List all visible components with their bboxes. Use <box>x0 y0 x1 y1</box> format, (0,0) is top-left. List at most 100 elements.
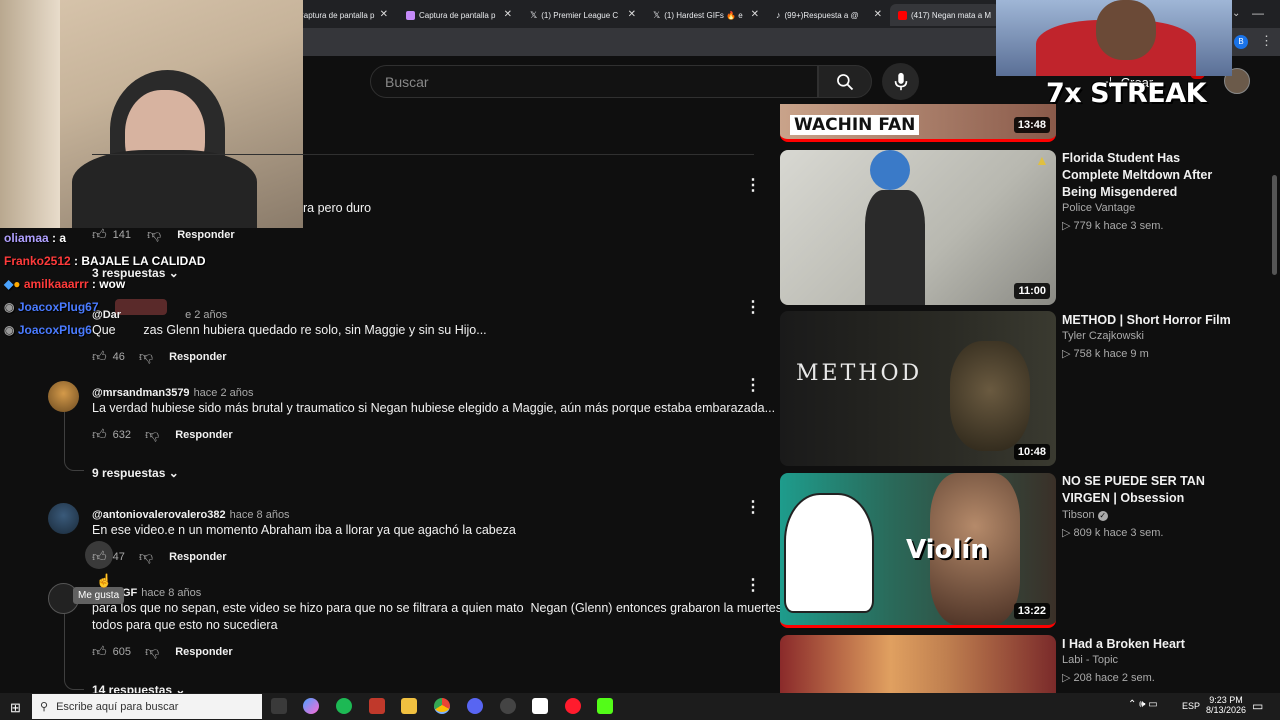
comment-header: @mrsandman3579 hace 2 años <box>92 383 254 401</box>
copilot-icon[interactable] <box>303 698 319 714</box>
tab-close-icon[interactable]: ✕ <box>628 9 636 20</box>
avatar[interactable] <box>48 381 79 412</box>
reply-button[interactable]: Responder <box>169 551 226 563</box>
profile-badge-icon[interactable]: B <box>1234 35 1248 49</box>
dislike-icon[interactable]: 👎︎ <box>139 548 153 565</box>
chat-text: wow <box>99 277 126 291</box>
file-explorer-icon[interactable] <box>401 698 417 714</box>
streak-overlay-text: 7x STREAK <box>1046 78 1207 109</box>
channel-name[interactable]: Police Vantage <box>1062 202 1135 214</box>
comment-menu-icon[interactable]: ⋮ <box>745 500 761 516</box>
channel-name[interactable]: Tibson <box>1062 509 1095 521</box>
channel-name[interactable]: Tyler Czajkowski <box>1062 330 1144 342</box>
taskbar-search-input[interactable]: ⚲ Escribe aquí para buscar <box>32 694 262 719</box>
video-title[interactable]: I Had a Broken Heart <box>1062 636 1232 653</box>
like-icon[interactable]: 👍︎ <box>92 348 107 365</box>
browser-tab-3[interactable]: 𝕏 (1) Premier League C ✕ <box>522 4 640 26</box>
comment-time: hace 2 años <box>193 387 254 399</box>
avatar[interactable] <box>48 503 79 534</box>
video-thumbnail[interactable]: WACHIN FAN 13:48 <box>780 104 1056 142</box>
minimize-icon[interactable]: — <box>1252 6 1264 20</box>
clock[interactable]: 9:23 PM 8/13/2026 <box>1204 695 1248 715</box>
dislike-icon[interactable]: 👎︎ <box>145 426 159 443</box>
chat-text: a <box>59 231 67 245</box>
tab-close-icon[interactable]: ✕ <box>751 9 759 20</box>
search-button[interactable] <box>818 65 872 98</box>
chat-badge-icon: ◆ <box>4 277 14 291</box>
reply-button[interactable]: Responder <box>175 646 232 658</box>
youtube-favicon-icon <box>898 10 907 20</box>
system-tray-icons[interactable]: ⌃ 🕪 ▭ <box>1128 699 1158 710</box>
language-indicator[interactable]: ESP <box>1182 701 1200 711</box>
browser-tab-2[interactable]: Captura de pantalla p ✕ <box>398 4 516 26</box>
clock-time: 9:23 PM <box>1209 695 1243 705</box>
opera-icon[interactable] <box>565 698 581 714</box>
kick-icon[interactable] <box>597 698 613 714</box>
obs-icon[interactable] <box>500 698 516 714</box>
replies-label: 9 respuestas <box>92 466 166 480</box>
tab-close-icon[interactable]: ✕ <box>874 9 882 20</box>
chat-message: ◆● amilkaaarrr : wow <box>4 277 126 291</box>
tab-title: (99+)Respuesta a @ <box>784 10 859 20</box>
spotify-icon[interactable] <box>336 698 352 714</box>
comment-menu-icon[interactable]: ⋮ <box>745 378 761 394</box>
chrome-icon[interactable] <box>434 698 450 714</box>
comment-menu-icon[interactable]: ⋮ <box>745 578 761 594</box>
reply-button[interactable]: Responder <box>177 229 234 241</box>
upload-age: hace 2 sem. <box>1094 672 1155 684</box>
discord-icon[interactable] <box>467 698 483 714</box>
play-icon: ▷ <box>1062 672 1074 684</box>
like-count: 47 <box>112 550 125 563</box>
chevron-down-icon: ⌄ <box>168 466 179 480</box>
video-title[interactable]: Florida Student Has Complete Meltdown Af… <box>1062 150 1232 201</box>
like-icon[interactable]: 👍︎ <box>92 426 107 443</box>
taskbar-search-placeholder: Escribe aquí para buscar <box>56 700 179 713</box>
thumbnail-caption: Violín <box>906 535 989 565</box>
tab-title: (1) Premier League C <box>541 10 619 20</box>
task-view-icon[interactable] <box>271 698 287 714</box>
reply-button[interactable]: Responder <box>175 429 232 441</box>
show-replies-button[interactable]: 9 respuestas ⌄ <box>92 466 179 480</box>
browser-tab-4[interactable]: 𝕏 (1) Hardest GIFs 🔥 e ✕ <box>645 4 763 26</box>
like-icon[interactable]: 👍︎ <box>92 548 107 565</box>
comment-author[interactable]: @antoniovalerovalero382 <box>92 509 226 521</box>
browser-tab-5[interactable]: ♪ (99+)Respuesta a @ ✕ <box>768 4 886 26</box>
video-thumbnail[interactable]: Violín 13:22 <box>780 473 1056 628</box>
dislike-icon[interactable]: 👎︎ <box>145 643 159 660</box>
like-icon[interactable]: 👍︎ <box>92 643 107 660</box>
menu-dots-icon[interactable]: ⋮ <box>1260 33 1273 49</box>
video-title[interactable]: NO SE PUEDE SER TAN VIRGEN | Obsession <box>1062 473 1232 507</box>
browser-tab-6-active[interactable]: (417) Negan mata a M <box>890 4 1000 26</box>
comment-author[interactable]: @mrsandman3579 <box>92 387 190 399</box>
app-icon[interactable] <box>369 698 385 714</box>
windows-start-icon[interactable]: ⊞ <box>10 700 21 716</box>
like-icon[interactable]: 👍︎ <box>92 226 107 243</box>
tab-close-icon[interactable]: ✕ <box>380 9 388 20</box>
notifications-icon[interactable]: ▭ <box>1252 699 1263 713</box>
video-duration: 13:22 <box>1013 603 1050 619</box>
comment-menu-icon[interactable]: ⋮ <box>745 178 761 194</box>
video-title[interactable]: METHOD | Short Horror Film <box>1062 312 1232 329</box>
tab-title: Captura de pantalla p <box>419 10 496 20</box>
comment-text: La verdad hubiese sido más brutal y trau… <box>92 401 776 415</box>
channel-name[interactable]: Labi - Topic <box>1062 654 1118 666</box>
video-thumbnail[interactable]: ▲ 11:00 <box>780 150 1056 305</box>
browser-tab-1[interactable]: Captura de pantalla p ✕ <box>290 4 392 26</box>
reply-button[interactable]: Responder <box>169 351 226 363</box>
tab-close-icon[interactable]: ✕ <box>504 9 512 20</box>
video-thumbnail[interactable] <box>780 635 1056 693</box>
tab-search-icon[interactable]: ⌄ <box>1232 8 1240 19</box>
chevron-down-icon: ⌄ <box>168 266 179 280</box>
like-tooltip: Me gusta <box>73 587 125 604</box>
voice-search-button[interactable] <box>882 63 919 100</box>
video-thumbnail[interactable]: METHOD 10:48 <box>780 311 1056 466</box>
comment-menu-icon[interactable]: ⋮ <box>745 300 761 316</box>
search-input[interactable]: Buscar <box>370 65 818 98</box>
dislike-icon[interactable]: 👎︎ <box>147 226 161 243</box>
page-scrollbar[interactable] <box>1272 175 1277 275</box>
dislike-icon[interactable]: 👎︎ <box>139 348 153 365</box>
chat-badge-icon: ◉ <box>4 300 15 314</box>
app-icon[interactable] <box>532 698 548 714</box>
video-meta: ▷ 208 hace 2 sem. <box>1062 671 1155 684</box>
comment-author[interactable]: GF <box>122 587 137 599</box>
